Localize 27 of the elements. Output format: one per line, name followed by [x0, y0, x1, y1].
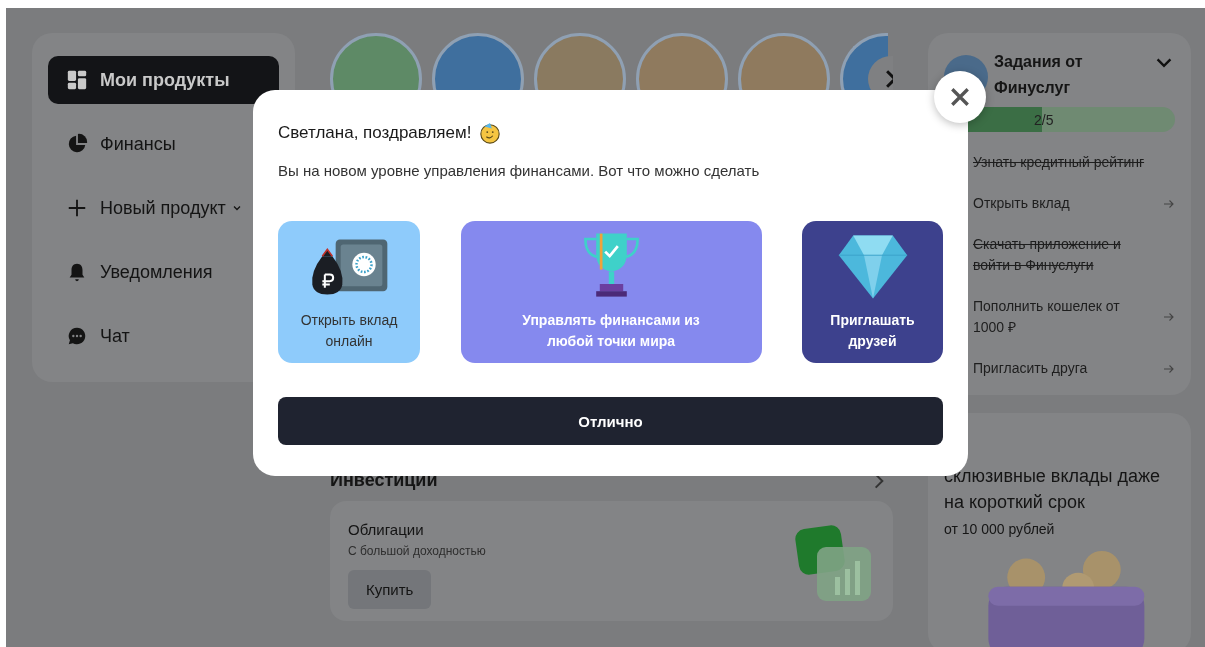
- dialog-title: Светлана, поздравляем!: [278, 123, 472, 143]
- tasks-title: Задания от Финуслуг: [994, 52, 1084, 98]
- sidebar-item[interactable]: Уведомления: [48, 248, 279, 296]
- card-subtitle: С большой доходностью: [348, 544, 486, 558]
- sidebar-item[interactable]: Финансы: [48, 120, 279, 168]
- progress-label: 2/5: [1034, 111, 1054, 128]
- sidebar-item[interactable]: Чат: [48, 312, 279, 360]
- task-link[interactable]: Узнать кредитный рейтинг: [973, 152, 1145, 173]
- buy-button[interactable]: Купить: [348, 570, 432, 609]
- feature-label: Управлять финансами из любой точки мира: [521, 311, 701, 351]
- dialog-text: Вы на новом уровне управления финансами. Вот что можно сделать: [278, 162, 761, 179]
- sidebar-item[interactable]: Мои продукты: [48, 56, 279, 104]
- task-link[interactable]: Пригласить друга: [973, 358, 1088, 379]
- card-title: Облигации: [348, 521, 424, 538]
- feature-card[interactable]: Управлять финансами из любой точки мира: [460, 221, 762, 363]
- feature-label: Открыть вклад онлайн: [299, 311, 399, 351]
- ok-button[interactable]: Отлично: [278, 397, 943, 445]
- promo-title: склюзивные вклады даже на короткий срок: [944, 465, 1161, 514]
- feature-label: Приглашать друзей: [829, 311, 916, 351]
- task-link[interactable]: Скачать приложение и войти в Финуслуги: [973, 234, 1153, 276]
- sidebar-item[interactable]: Новый продукт: [48, 184, 279, 232]
- task-link[interactable]: Пополнить кошелек от 1000 ₽: [973, 296, 1153, 338]
- promo-subtitle: от 10 000 рублей: [944, 521, 1056, 537]
- feature-card[interactable]: Открыть вклад онлайн: [278, 221, 420, 363]
- section-title: Инвестиции: [330, 470, 438, 491]
- task-link[interactable]: Открыть вклад: [973, 193, 1070, 214]
- feature-card[interactable]: Приглашать друзей: [802, 221, 943, 363]
